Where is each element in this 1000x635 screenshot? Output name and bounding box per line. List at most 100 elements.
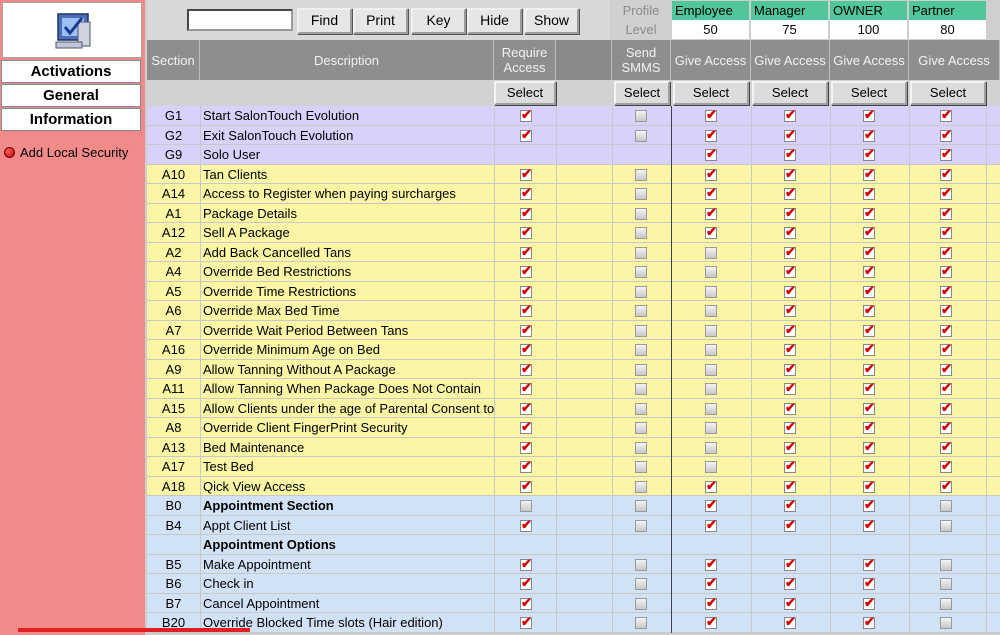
give-access-manager-checkbox[interactable] — [784, 517, 796, 533]
give-access-partner-checkbox[interactable] — [940, 400, 952, 416]
send-smms-checkbox[interactable] — [635, 500, 647, 512]
send-smms-checkbox[interactable] — [635, 246, 647, 259]
send-smms-checkbox[interactable] — [635, 227, 647, 239]
give-access-partner-checkbox[interactable] — [940, 224, 952, 240]
give-access-employee-checkbox[interactable] — [705, 497, 717, 513]
send-smms-checkbox[interactable] — [635, 578, 647, 590]
give-access-manager-checkbox[interactable] — [784, 322, 796, 338]
send-smms-checkbox[interactable] — [635, 461, 647, 473]
require-access-checkbox[interactable] — [520, 322, 532, 338]
give-access-owner-checkbox[interactable] — [863, 400, 875, 416]
give-access-partner-checkbox[interactable] — [940, 419, 952, 435]
search-input[interactable] — [187, 9, 293, 31]
give-access-owner-checkbox[interactable] — [863, 439, 875, 455]
give-access-manager-checkbox[interactable] — [784, 380, 796, 396]
print-button[interactable]: Print — [353, 8, 408, 34]
give-access-partner-checkbox[interactable] — [940, 107, 952, 123]
give-access-employee-checkbox[interactable] — [705, 595, 717, 611]
give-access-manager-checkbox[interactable] — [784, 595, 796, 611]
give-access-employee-checkbox[interactable] — [705, 441, 717, 454]
require-access-checkbox[interactable] — [520, 185, 532, 201]
require-access-checkbox[interactable] — [520, 556, 532, 572]
give-access-owner-checkbox[interactable] — [863, 556, 875, 572]
require-access-checkbox[interactable] — [520, 283, 532, 299]
give-access-owner-checkbox[interactable] — [863, 380, 875, 396]
give-access-owner-checkbox[interactable] — [863, 341, 875, 357]
send-smms-checkbox[interactable] — [635, 617, 647, 629]
send-smms-checkbox[interactable] — [635, 129, 647, 142]
give-access-manager-checkbox[interactable] — [784, 614, 796, 630]
tab-information[interactable]: Information — [1, 108, 141, 131]
give-access-manager-checkbox[interactable] — [784, 361, 796, 377]
give-access-employee-checkbox[interactable] — [705, 224, 717, 240]
give-access-employee-checkbox[interactable] — [705, 285, 717, 298]
require-access-checkbox[interactable] — [520, 595, 532, 611]
give-access-owner-checkbox[interactable] — [863, 185, 875, 201]
give-access-partner-checkbox[interactable] — [940, 519, 952, 532]
give-access-partner-checkbox[interactable] — [940, 146, 952, 162]
give-access-owner-checkbox[interactable] — [863, 361, 875, 377]
give-access-partner-checkbox[interactable] — [940, 597, 952, 610]
find-button[interactable]: Find — [297, 8, 352, 34]
require-access-checkbox[interactable] — [520, 575, 532, 591]
give-access-employee-checkbox[interactable] — [705, 556, 717, 572]
send-smms-checkbox[interactable] — [635, 207, 647, 220]
give-access-employee-checkbox[interactable] — [705, 324, 717, 337]
give-access-manager-checkbox[interactable] — [784, 556, 796, 572]
give-access-owner-checkbox[interactable] — [863, 263, 875, 279]
give-access-owner-checkbox[interactable] — [863, 614, 875, 630]
send-smms-checkbox[interactable] — [635, 422, 647, 434]
give-access-employee-checkbox[interactable] — [705, 402, 717, 415]
require-access-checkbox[interactable] — [520, 107, 532, 123]
select-require-button[interactable]: Select — [494, 81, 556, 105]
require-access-checkbox[interactable] — [520, 614, 532, 630]
give-access-partner-checkbox[interactable] — [940, 283, 952, 299]
give-access-manager-checkbox[interactable] — [784, 400, 796, 416]
require-access-checkbox[interactable] — [520, 517, 532, 533]
require-access-checkbox[interactable] — [520, 439, 532, 455]
give-access-partner-checkbox[interactable] — [940, 205, 952, 221]
give-access-owner-checkbox[interactable] — [863, 127, 875, 143]
require-access-checkbox[interactable] — [520, 500, 532, 512]
give-access-partner-checkbox[interactable] — [940, 380, 952, 396]
give-access-partner-checkbox[interactable] — [940, 185, 952, 201]
send-smms-checkbox[interactable] — [635, 324, 647, 337]
give-access-employee-checkbox[interactable] — [705, 383, 717, 395]
give-access-manager-checkbox[interactable] — [784, 439, 796, 455]
require-access-checkbox[interactable] — [520, 224, 532, 240]
give-access-partner-checkbox[interactable] — [940, 302, 952, 318]
add-local-security-link[interactable]: Add Local Security — [4, 143, 128, 161]
give-access-manager-checkbox[interactable] — [784, 575, 796, 591]
give-access-employee-checkbox[interactable] — [705, 344, 717, 356]
give-access-employee-checkbox[interactable] — [705, 461, 717, 473]
send-smms-checkbox[interactable] — [635, 266, 647, 278]
send-smms-checkbox[interactable] — [635, 480, 647, 493]
give-access-manager-checkbox[interactable] — [784, 263, 796, 279]
tab-activations[interactable]: Activations — [1, 60, 141, 83]
tab-general[interactable]: General — [1, 84, 141, 107]
give-access-partner-checkbox[interactable] — [940, 263, 952, 279]
give-access-manager-checkbox[interactable] — [784, 146, 796, 162]
require-access-checkbox[interactable] — [520, 478, 532, 494]
give-access-employee-checkbox[interactable] — [705, 305, 717, 317]
give-access-owner-checkbox[interactable] — [863, 478, 875, 494]
give-access-owner-checkbox[interactable] — [863, 166, 875, 182]
send-smms-checkbox[interactable] — [635, 402, 647, 415]
give-access-owner-checkbox[interactable] — [863, 419, 875, 435]
give-access-employee-checkbox[interactable] — [705, 363, 717, 376]
require-access-checkbox[interactable] — [520, 127, 532, 143]
give-access-employee-checkbox[interactable] — [705, 517, 717, 533]
send-smms-checkbox[interactable] — [635, 344, 647, 356]
give-access-partner-checkbox[interactable] — [940, 578, 952, 590]
give-access-owner-checkbox[interactable] — [863, 205, 875, 221]
give-access-employee-checkbox[interactable] — [705, 575, 717, 591]
give-access-partner-checkbox[interactable] — [940, 478, 952, 494]
give-access-manager-checkbox[interactable] — [784, 478, 796, 494]
give-access-manager-checkbox[interactable] — [784, 283, 796, 299]
give-access-partner-checkbox[interactable] — [940, 166, 952, 182]
give-access-partner-checkbox[interactable] — [940, 341, 952, 357]
give-access-manager-checkbox[interactable] — [784, 224, 796, 240]
send-smms-checkbox[interactable] — [635, 363, 647, 376]
give-access-manager-checkbox[interactable] — [784, 458, 796, 474]
send-smms-checkbox[interactable] — [635, 168, 647, 181]
